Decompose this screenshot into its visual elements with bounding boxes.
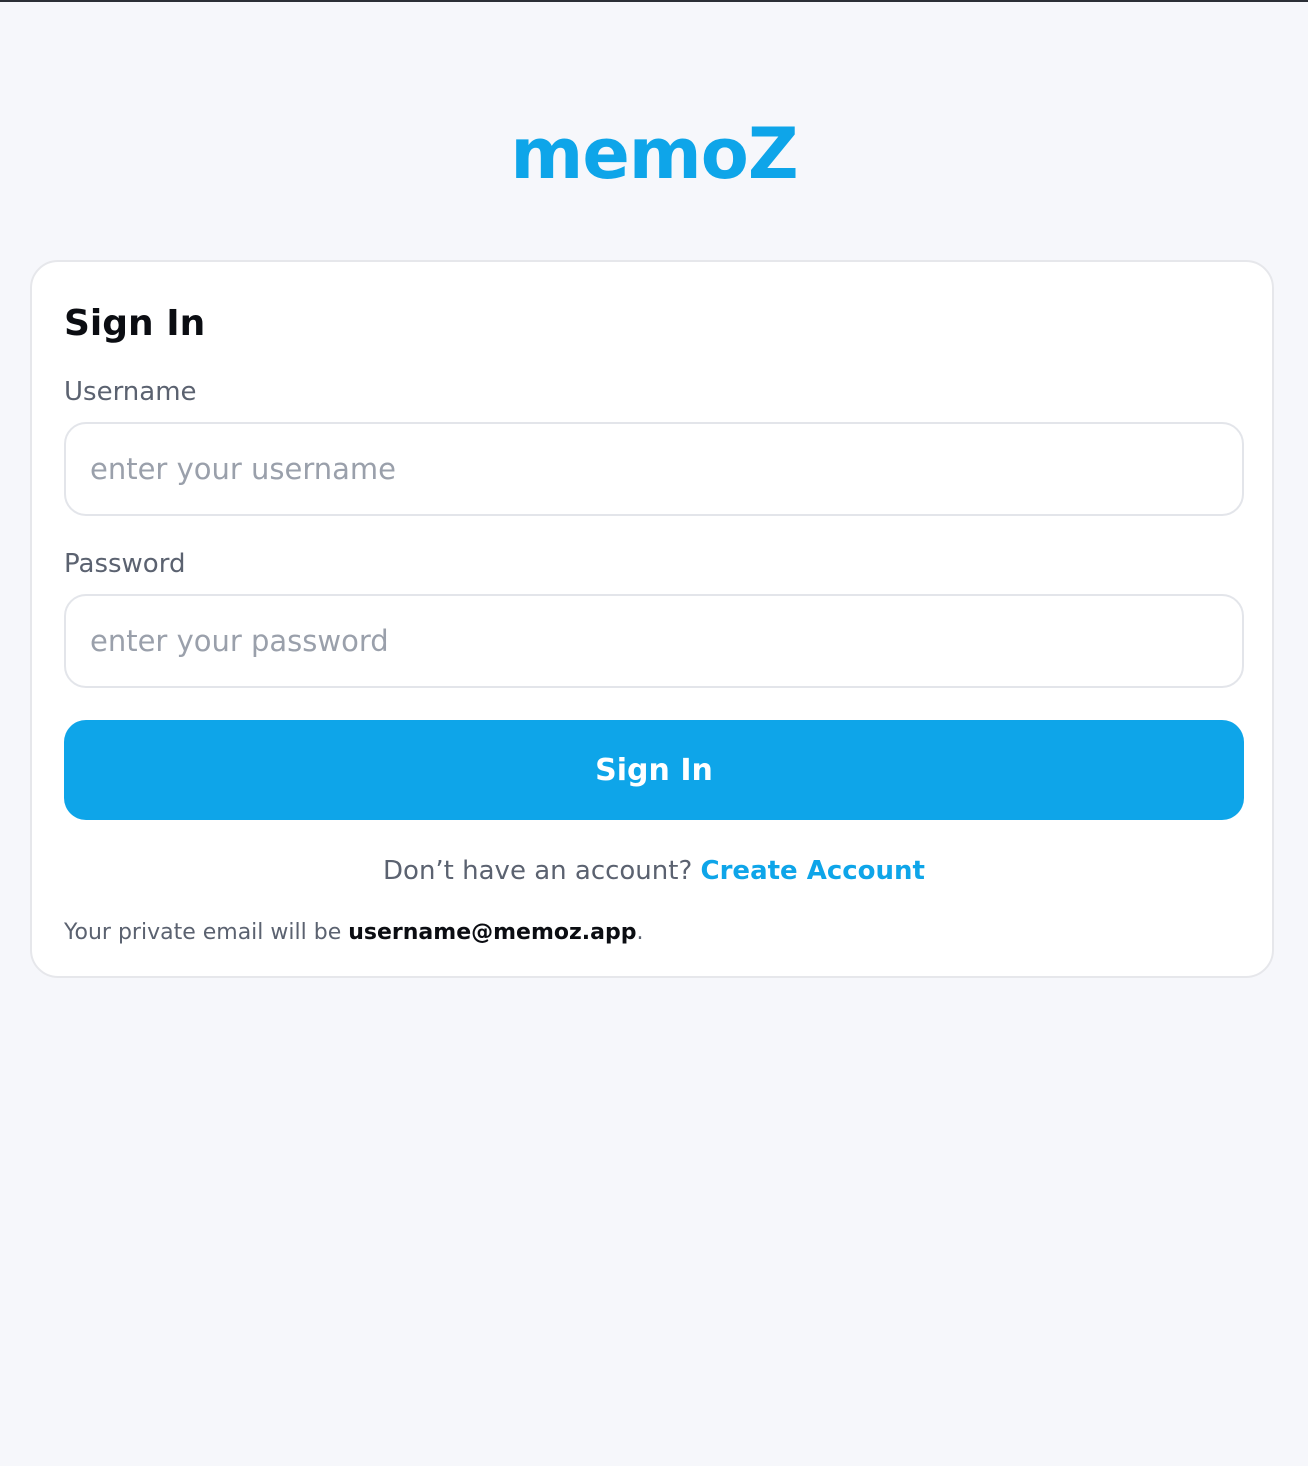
account-prompt: Don’t have an account? [383,856,693,886]
username-label: Username [64,377,197,407]
private-email: username@memoz.app [348,920,637,945]
private-email-note: Your private email will be username@memo… [64,918,644,948]
signin-title: Sign In [64,303,206,344]
password-label: Password [64,549,186,579]
top-border [0,0,1308,2]
app-logo: memoZ [510,113,798,195]
password-input[interactable] [64,594,1244,688]
create-account-link[interactable]: Create Account [701,856,925,886]
private-note-suffix: . [636,920,644,945]
private-note-prefix: Your private email will be [64,920,342,945]
signin-button[interactable]: Sign In [64,720,1244,820]
username-input[interactable] [64,422,1244,516]
signin-card: Sign In Username Password Sign In Don’t … [30,260,1274,978]
create-account-row: Don’t have an account? Create Account [64,854,1244,888]
